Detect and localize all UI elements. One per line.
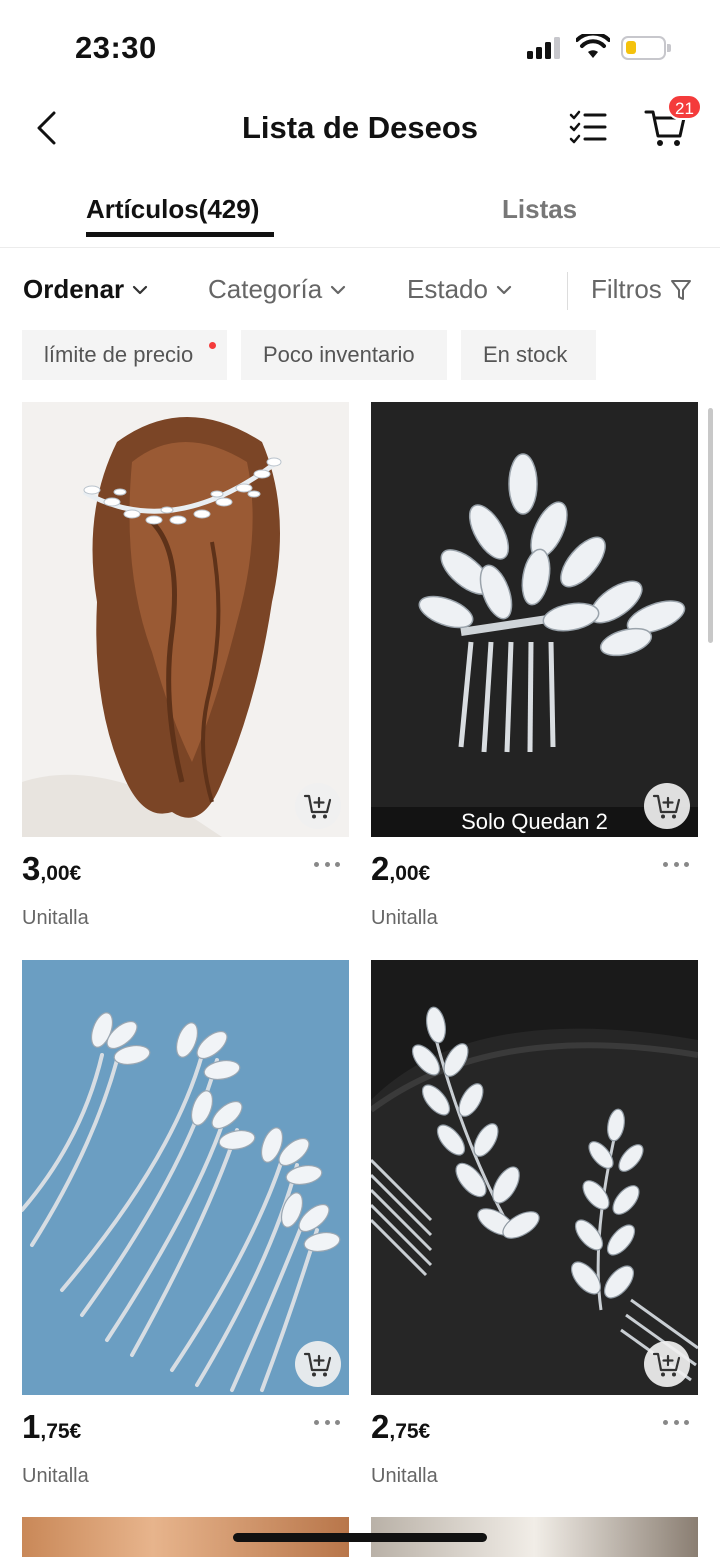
battery-icon [621, 36, 671, 60]
more-options-button[interactable] [663, 1415, 689, 1429]
sort-label: Ordenar [23, 274, 125, 304]
more-options-button[interactable] [314, 857, 340, 871]
product-size: Unitalla [371, 1465, 438, 1487]
header: Lista de Deseos [0, 90, 720, 170]
filter-divider [567, 272, 568, 310]
chip-price-limit[interactable]: límite de precio [22, 330, 227, 380]
add-to-cart-icon [652, 794, 681, 819]
filters-label: Filtros [591, 274, 662, 304]
cart-count-badge: 21 [667, 94, 702, 120]
product-image[interactable] [22, 960, 349, 1395]
product-image[interactable] [371, 960, 698, 1395]
chip-label: Poco inventario [263, 342, 415, 367]
add-to-cart-button[interactable] [644, 1341, 690, 1387]
chevron-down-icon [331, 285, 346, 294]
chevron-down-icon [133, 285, 148, 294]
chip-label: En stock [483, 342, 568, 367]
add-to-cart-icon [303, 1352, 332, 1377]
add-to-cart-button[interactable] [295, 1341, 341, 1387]
checklist-icon [569, 110, 607, 144]
tab-lists[interactable]: Listas [502, 194, 577, 225]
tab-bar: Artículos(429) Listas [0, 180, 720, 248]
sort-dropdown[interactable]: Ordenar [23, 274, 148, 305]
product-price: 1,75€ [22, 1408, 82, 1445]
product-image[interactable] [22, 402, 349, 837]
status-time: 23:30 [75, 30, 157, 65]
product-price: 3,00€ [22, 850, 82, 887]
more-options-button[interactable] [663, 857, 689, 871]
new-dot-indicator [209, 342, 216, 349]
signal-icon [527, 37, 563, 59]
chip-in-stock[interactable]: En stock [461, 330, 596, 380]
product-price: 2,75€ [371, 1408, 431, 1445]
chip-low-inventory[interactable]: Poco inventario [241, 330, 447, 380]
product-size: Unitalla [22, 1465, 89, 1487]
add-to-cart-icon [303, 794, 332, 819]
checklist-button[interactable] [563, 106, 611, 150]
filters-button[interactable]: Filtros [591, 274, 692, 305]
filter-bar: Ordenar Categoría Estado Filtros [0, 268, 720, 314]
add-to-cart-button[interactable] [295, 783, 341, 829]
add-to-cart-button[interactable] [644, 783, 690, 829]
funnel-icon [670, 279, 691, 300]
product-size: Unitalla [371, 907, 438, 929]
active-tab-indicator [86, 232, 274, 237]
product-size: Unitalla [22, 907, 89, 929]
category-dropdown[interactable]: Categoría [208, 274, 346, 305]
scrollbar[interactable] [708, 408, 713, 643]
state-label: Estado [407, 274, 488, 304]
wifi-icon [576, 34, 610, 58]
page-title: Lista de Deseos [241, 110, 479, 145]
status-bar: 23:30 [0, 0, 720, 90]
category-label: Categoría [208, 274, 323, 304]
chevron-down-icon [496, 285, 512, 294]
product-image[interactable]: Solo Quedan 2 [371, 402, 698, 837]
home-indicator[interactable] [233, 1533, 487, 1542]
tab-articles[interactable]: Artículos(429) [86, 194, 259, 225]
chip-label: límite de precio [44, 342, 194, 367]
state-dropdown[interactable]: Estado [407, 274, 512, 305]
add-to-cart-icon [652, 1352, 681, 1377]
product-price: 2,00€ [371, 850, 431, 887]
more-options-button[interactable] [314, 1415, 340, 1429]
